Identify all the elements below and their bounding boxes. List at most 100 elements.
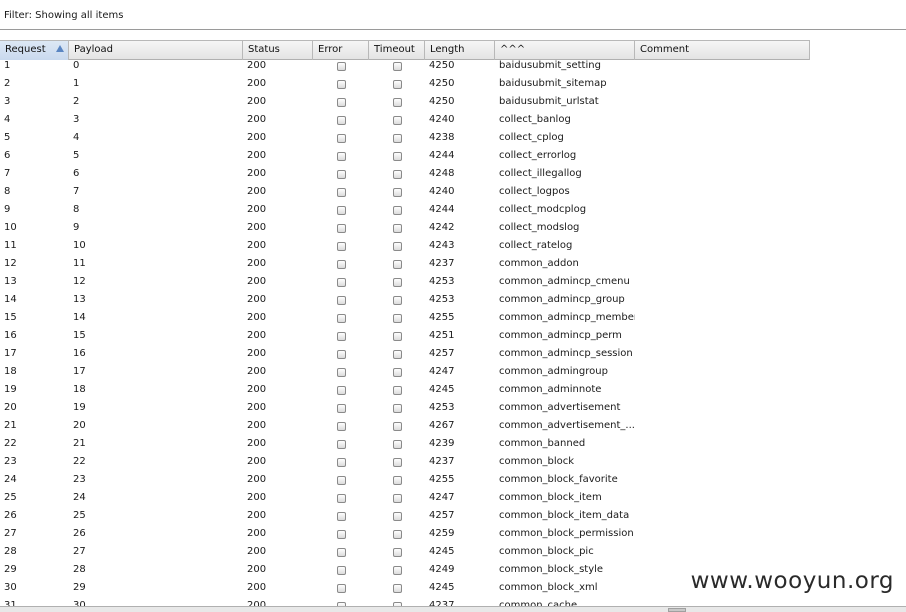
- timeout-checkbox[interactable]: [392, 241, 402, 251]
- cell-timeout: [369, 399, 425, 417]
- table-row[interactable]: 11 10 200 4243 collect_ratelog: [0, 237, 810, 255]
- table-row[interactable]: 16 15 200 4251 common_admincp_perm: [0, 327, 810, 345]
- timeout-checkbox[interactable]: [392, 457, 402, 467]
- table-row[interactable]: 3 2 200 4250 baidusubmit_urlstat: [0, 93, 810, 111]
- table-row[interactable]: 6 5 200 4244 collect_errorlog: [0, 147, 810, 165]
- timeout-checkbox[interactable]: [392, 511, 402, 521]
- table-row[interactable]: 24 23 200 4255 common_block_favorite: [0, 471, 810, 489]
- timeout-checkbox[interactable]: [392, 529, 402, 539]
- timeout-checkbox[interactable]: [392, 151, 402, 161]
- table-row[interactable]: 14 13 200 4253 common_admincp_group: [0, 291, 810, 309]
- error-checkbox[interactable]: [336, 475, 346, 485]
- table-row[interactable]: 23 22 200 4237 common_block: [0, 453, 810, 471]
- table-row[interactable]: 2 1 200 4250 baidusubmit_sitemap: [0, 75, 810, 93]
- timeout-checkbox[interactable]: [392, 367, 402, 377]
- timeout-checkbox[interactable]: [392, 565, 402, 575]
- timeout-checkbox[interactable]: [392, 115, 402, 125]
- table-row[interactable]: 21 20 200 4267 common_advertisement_...: [0, 417, 810, 435]
- error-checkbox[interactable]: [336, 565, 346, 575]
- timeout-checkbox[interactable]: [392, 547, 402, 557]
- error-checkbox[interactable]: [336, 511, 346, 521]
- table-row[interactable]: 31 30 200 4237 common_cache: [0, 597, 810, 606]
- timeout-checkbox[interactable]: [392, 277, 402, 287]
- table-row[interactable]: 27 26 200 4259 common_block_permission: [0, 525, 810, 543]
- error-checkbox[interactable]: [336, 421, 346, 431]
- timeout-checkbox[interactable]: [392, 583, 402, 593]
- timeout-checkbox[interactable]: [392, 133, 402, 143]
- error-checkbox[interactable]: [336, 547, 346, 557]
- table-row[interactable]: 5 4 200 4238 collect_cplog: [0, 129, 810, 147]
- table-row[interactable]: 26 25 200 4257 common_block_item_data: [0, 507, 810, 525]
- timeout-checkbox[interactable]: [392, 97, 402, 107]
- table-row[interactable]: 19 18 200 4245 common_adminnote: [0, 381, 810, 399]
- error-checkbox[interactable]: [336, 403, 346, 413]
- table-row[interactable]: 25 24 200 4247 common_block_item: [0, 489, 810, 507]
- table-row[interactable]: 10 9 200 4242 collect_modslog: [0, 219, 810, 237]
- timeout-checkbox[interactable]: [392, 313, 402, 323]
- timeout-checkbox[interactable]: [392, 223, 402, 233]
- error-checkbox[interactable]: [336, 79, 346, 89]
- cell-comment: [635, 129, 810, 147]
- error-checkbox[interactable]: [336, 313, 346, 323]
- timeout-checkbox[interactable]: [392, 169, 402, 179]
- table-row[interactable]: 12 11 200 4237 common_addon: [0, 255, 810, 273]
- error-checkbox[interactable]: [336, 295, 346, 305]
- error-checkbox[interactable]: [336, 493, 346, 503]
- error-checkbox[interactable]: [336, 151, 346, 161]
- error-checkbox[interactable]: [336, 277, 346, 287]
- timeout-checkbox[interactable]: [392, 259, 402, 269]
- error-checkbox[interactable]: [336, 169, 346, 179]
- error-checkbox[interactable]: [336, 61, 346, 71]
- cell-error: [313, 255, 369, 273]
- cell-extract: common_admincp_perm: [499, 330, 622, 341]
- error-checkbox[interactable]: [336, 367, 346, 377]
- error-checkbox[interactable]: [336, 133, 346, 143]
- error-checkbox[interactable]: [336, 223, 346, 233]
- error-checkbox[interactable]: [336, 205, 346, 215]
- error-checkbox[interactable]: [336, 241, 346, 251]
- error-checkbox[interactable]: [336, 583, 346, 593]
- table-row[interactable]: 22 21 200 4239 common_banned: [0, 435, 810, 453]
- timeout-checkbox[interactable]: [392, 349, 402, 359]
- timeout-checkbox[interactable]: [392, 421, 402, 431]
- scrollbar-thumb[interactable]: [668, 608, 686, 612]
- timeout-checkbox[interactable]: [392, 331, 402, 341]
- table-row[interactable]: 20 19 200 4253 common_advertisement: [0, 399, 810, 417]
- cell-request: 15: [4, 312, 17, 323]
- error-checkbox[interactable]: [336, 115, 346, 125]
- cell-payload: 7: [73, 186, 80, 197]
- timeout-checkbox[interactable]: [392, 493, 402, 503]
- timeout-checkbox[interactable]: [392, 403, 402, 413]
- spacer: [0, 30, 906, 40]
- table-row[interactable]: 9 8 200 4244 collect_modcplog: [0, 201, 810, 219]
- cell-extract: baidusubmit_sitemap: [499, 78, 607, 89]
- error-checkbox[interactable]: [336, 385, 346, 395]
- error-checkbox[interactable]: [336, 97, 346, 107]
- table-row[interactable]: 17 16 200 4257 common_admincp_session: [0, 345, 810, 363]
- table-row[interactable]: 18 17 200 4247 common_admingroup: [0, 363, 810, 381]
- table-row[interactable]: 15 14 200 4255 common_admincp_member: [0, 309, 810, 327]
- filter-bar[interactable]: Filter: Showing all items: [0, 0, 906, 30]
- timeout-checkbox[interactable]: [392, 475, 402, 485]
- error-checkbox[interactable]: [336, 187, 346, 197]
- error-checkbox[interactable]: [336, 259, 346, 269]
- timeout-checkbox[interactable]: [392, 61, 402, 71]
- table-row[interactable]: 4 3 200 4240 collect_banlog: [0, 111, 810, 129]
- table-row[interactable]: 13 12 200 4253 common_admincp_cmenu: [0, 273, 810, 291]
- table-row[interactable]: 28 27 200 4245 common_block_pic: [0, 543, 810, 561]
- timeout-checkbox[interactable]: [392, 439, 402, 449]
- timeout-checkbox[interactable]: [392, 385, 402, 395]
- error-checkbox[interactable]: [336, 457, 346, 467]
- table-row[interactable]: 7 6 200 4248 collect_illegallog: [0, 165, 810, 183]
- timeout-checkbox[interactable]: [392, 187, 402, 197]
- error-checkbox[interactable]: [336, 331, 346, 341]
- table-row[interactable]: 1 0 200 4250 baidusubmit_setting: [0, 57, 810, 75]
- horizontal-scrollbar[interactable]: [0, 606, 906, 612]
- table-row[interactable]: 8 7 200 4240 collect_logpos: [0, 183, 810, 201]
- error-checkbox[interactable]: [336, 439, 346, 449]
- error-checkbox[interactable]: [336, 349, 346, 359]
- timeout-checkbox[interactable]: [392, 79, 402, 89]
- timeout-checkbox[interactable]: [392, 205, 402, 215]
- error-checkbox[interactable]: [336, 529, 346, 539]
- timeout-checkbox[interactable]: [392, 295, 402, 305]
